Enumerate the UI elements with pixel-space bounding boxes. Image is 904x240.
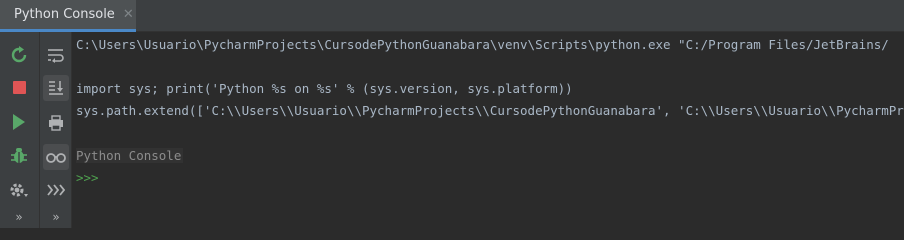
print-icon[interactable] bbox=[43, 110, 69, 136]
show-variables-icon[interactable] bbox=[43, 144, 69, 170]
debug-icon[interactable] bbox=[6, 143, 32, 169]
tab-python-console[interactable]: Python Console ✕ bbox=[0, 0, 136, 32]
more-icon[interactable]: » bbox=[43, 210, 69, 228]
execute-history-icon[interactable] bbox=[43, 177, 69, 203]
scroll-to-end-icon[interactable] bbox=[43, 75, 69, 101]
soft-wrap-icon[interactable] bbox=[43, 42, 69, 68]
settings-icon[interactable] bbox=[6, 177, 32, 203]
more-icon[interactable]: » bbox=[6, 210, 32, 228]
tab-title: Python Console bbox=[14, 7, 115, 22]
close-icon[interactable]: ✕ bbox=[123, 7, 134, 22]
console-line-command: C:\Users\Usuario\PycharmProjects\Cursode… bbox=[76, 37, 889, 52]
rerun-icon[interactable] bbox=[6, 42, 32, 68]
tool-window-tab-bar: Python Console ✕ bbox=[0, 0, 904, 32]
run-icon[interactable] bbox=[6, 109, 32, 135]
console-banner: Python Console bbox=[76, 148, 184, 163]
stop-icon[interactable] bbox=[6, 74, 32, 100]
console-line-sys-path: sys.path.extend(['C:\\Users\\Usuario\\Py… bbox=[76, 103, 904, 118]
console-prompt[interactable]: >>> bbox=[76, 169, 99, 187]
console-output[interactable]: C:\Users\Usuario\PycharmProjects\Cursode… bbox=[76, 32, 904, 228]
console-line-import: import sys; print('Python %s on %s' % (s… bbox=[76, 81, 573, 96]
console-view-toolbar: » bbox=[40, 32, 72, 228]
console-action-toolbar: » bbox=[0, 32, 40, 228]
